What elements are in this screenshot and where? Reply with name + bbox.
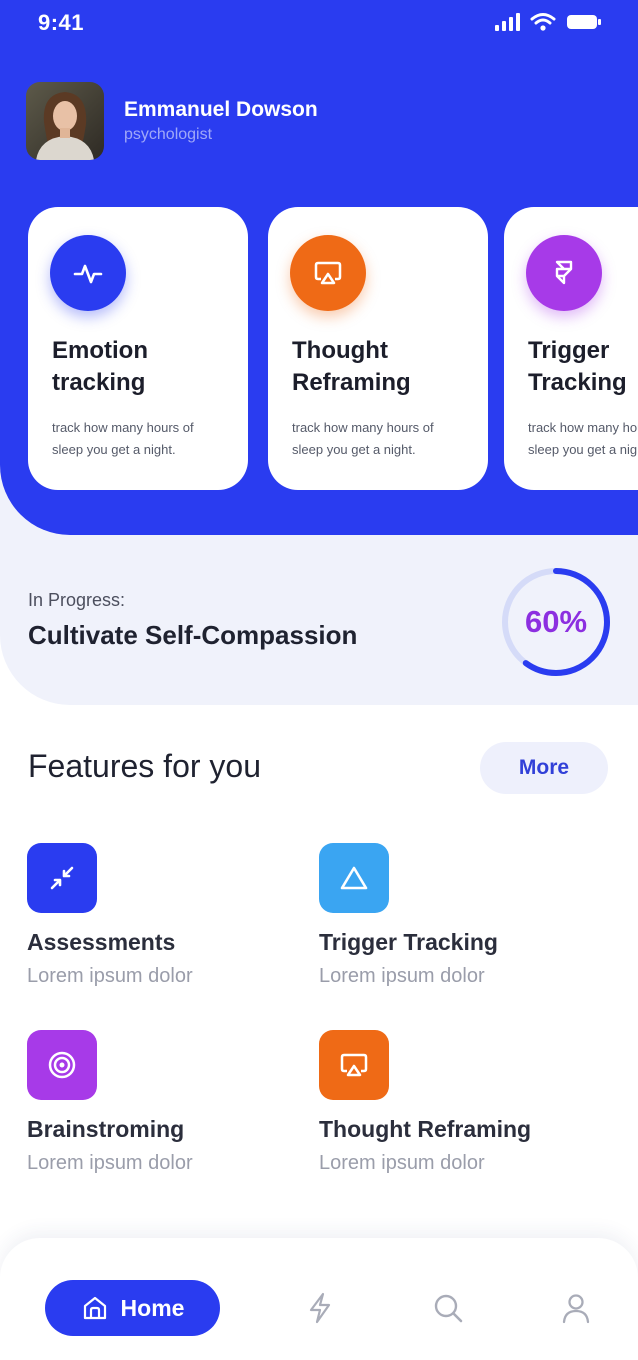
progress-title: Cultivate Self-Compassion: [28, 620, 358, 650]
progress-percent: 60%: [524, 604, 588, 639]
profile-role: psychologist: [124, 126, 213, 143]
feature-subtitle: Lorem ipsum dolor: [319, 1152, 485, 1174]
card-title: Emotion tracking: [52, 337, 148, 396]
progress-label: In Progress:: [28, 590, 126, 610]
profile-name: Emmanuel Dowson: [124, 98, 318, 121]
status-bar: 9:41: [0, 0, 638, 50]
wifi-icon: [530, 13, 556, 31]
app-screen: In Progress: Cultivate Self-Compassion 6…: [0, 0, 638, 1360]
signal-icon: [495, 13, 520, 31]
lightning-icon: [309, 1292, 331, 1324]
battery-icon: [567, 15, 601, 29]
avatar-image: [26, 82, 104, 160]
feature-thought-reframing[interactable]: Thought Reframing Lorem ipsum dolor: [319, 1030, 599, 1180]
feature-subtitle: Lorem ipsum dolor: [27, 1152, 193, 1174]
features-title: Features for you: [28, 748, 261, 784]
header-hero: 9:41 Emmanuel Dowson psychologist Emotio…: [0, 0, 638, 535]
card-carousel[interactable]: Emotion tracking track how many hours of s…: [0, 207, 638, 492]
more-button[interactable]: More: [480, 742, 608, 794]
feature-subtitle: Lorem ipsum dolor: [319, 965, 485, 987]
nav-home-label: Home: [120, 1294, 185, 1321]
card-desc: track how many hours ofsleep you get a n…: [292, 420, 434, 457]
user-icon: [562, 1294, 590, 1324]
feature-title: Trigger Tracking: [319, 929, 498, 955]
cast-icon: [290, 235, 366, 311]
framer-icon: [526, 235, 602, 311]
feature-title: Thought Reframing: [319, 1116, 532, 1142]
feature-trigger-tracking[interactable]: Trigger Tracking Lorem ipsum dolor: [319, 843, 599, 993]
cast-icon: [319, 1030, 389, 1100]
feature-subtitle: Lorem ipsum dolor: [27, 965, 193, 987]
target-icon: [27, 1030, 97, 1100]
card-emotion-tracking[interactable]: Emotion tracking track how many hours of s…: [28, 207, 248, 490]
feature-brainstroming[interactable]: Brainstroming Lorem ipsum dolor: [27, 1030, 307, 1180]
card-desc: track how many hours ofsleep you get a n…: [528, 420, 638, 457]
nav-search-button[interactable]: [430, 1290, 466, 1326]
feature-title: Assessments: [27, 929, 176, 955]
pulse-icon: [50, 235, 126, 311]
status-icons: [495, 12, 602, 32]
bottom-nav: Home: [0, 1238, 638, 1360]
card-title: Thought Reframing: [292, 337, 411, 396]
card-desc: track how many hours ofsleep you get a n…: [52, 420, 194, 457]
avatar[interactable]: [26, 82, 104, 160]
triangle-icon: [319, 843, 389, 913]
status-time: 9:41: [38, 10, 85, 35]
card-title: Trigger Tracking: [528, 337, 627, 396]
feature-title: Brainstroming: [27, 1116, 185, 1142]
feature-assessments[interactable]: Assessments Lorem ipsum dolor: [27, 843, 307, 993]
nav-activity-button[interactable]: [302, 1290, 338, 1326]
card-trigger-tracking[interactable]: TriggerTracking track how many hours ofs…: [504, 207, 638, 490]
nav-profile-button[interactable]: [558, 1290, 594, 1326]
minimize-icon: [27, 843, 97, 913]
search-icon: [434, 1294, 463, 1323]
nav-home-button[interactable]: Home: [45, 1280, 220, 1336]
card-thought-reframing[interactable]: Thought Reframing track how many hours of…: [268, 207, 488, 490]
profile[interactable]: Emmanuel Dowson psychologist: [26, 82, 318, 160]
home-icon: [83, 1296, 106, 1320]
